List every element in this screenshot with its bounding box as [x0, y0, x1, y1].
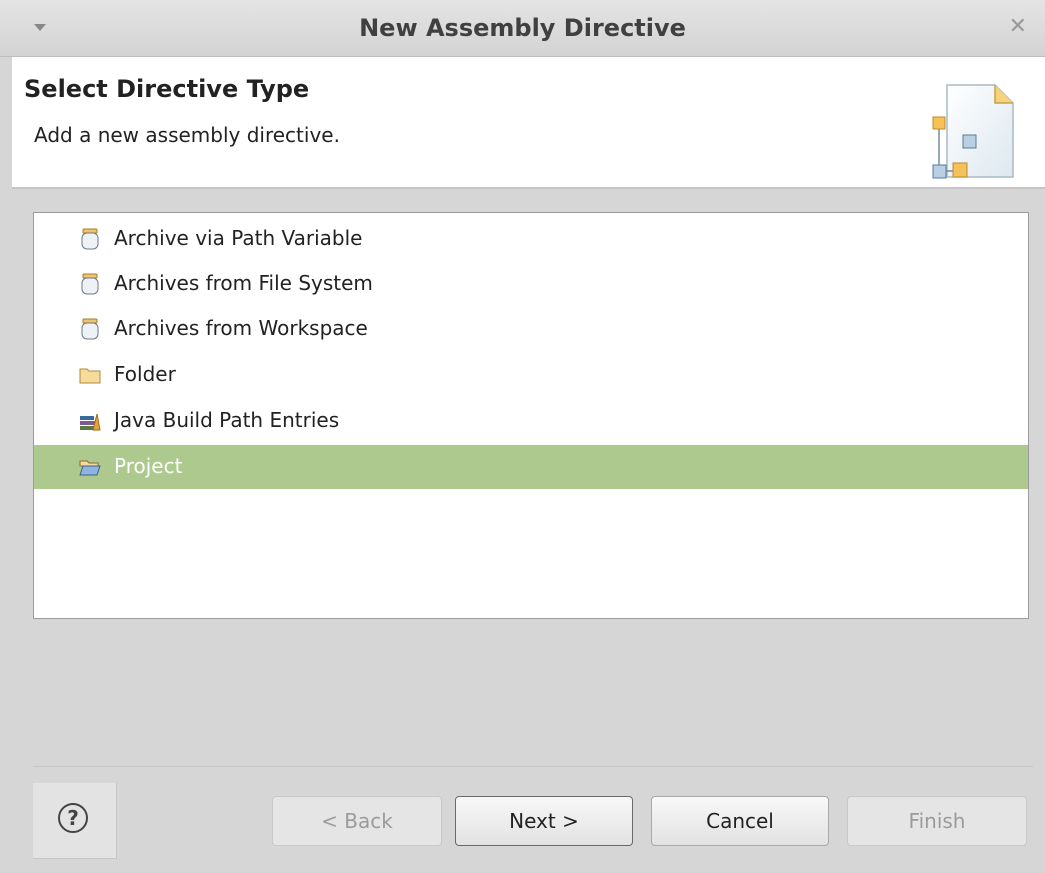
list-item-project[interactable]: Project	[34, 445, 1028, 489]
open-folder-icon	[79, 460, 101, 476]
help-button[interactable]: ?	[33, 783, 117, 859]
header-separator	[12, 187, 1045, 189]
list-item-archives-from-workspace[interactable]: Archives from Workspace	[34, 307, 1028, 351]
help-icon: ?	[58, 803, 88, 833]
list-item-label: Project	[114, 454, 183, 478]
next-button[interactable]: Next >	[455, 796, 633, 846]
wizard-header: Select Directive Type Add a new assembly…	[12, 57, 1045, 187]
library-icon	[80, 413, 101, 431]
close-icon[interactable]: ✕	[1009, 16, 1027, 38]
list-item-label: Archive via Path Variable	[114, 226, 363, 250]
finish-button[interactable]: Finish	[847, 796, 1027, 846]
directive-type-list[interactable]: Archive via Path Variable Archives from …	[33, 212, 1029, 619]
list-item-archives-from-file-system[interactable]: Archives from File System	[34, 262, 1028, 306]
title-bar: New Assembly Directive ✕	[0, 0, 1045, 57]
jar-icon	[81, 318, 99, 340]
back-button[interactable]: < Back	[272, 796, 442, 846]
list-item-java-build-path-entries[interactable]: Java Build Path Entries	[34, 399, 1028, 443]
list-item-label: Archives from Workspace	[114, 316, 368, 340]
page-title: Select Directive Type	[24, 75, 310, 103]
jar-icon	[81, 273, 99, 295]
list-item-label: Folder	[114, 362, 176, 386]
jar-icon	[81, 228, 99, 250]
cancel-button[interactable]: Cancel	[651, 796, 829, 846]
wizard-banner-icon	[932, 84, 1014, 179]
folder-icon	[79, 368, 101, 384]
list-item-label: Archives from File System	[114, 271, 373, 295]
footer-separator	[33, 766, 1033, 767]
list-item-folder[interactable]: Folder	[34, 353, 1028, 397]
list-item-archive-via-path-variable[interactable]: Archive via Path Variable	[34, 217, 1028, 261]
window-title: New Assembly Directive	[359, 14, 686, 42]
page-description: Add a new assembly directive.	[34, 123, 340, 147]
list-item-label: Java Build Path Entries	[114, 408, 340, 432]
